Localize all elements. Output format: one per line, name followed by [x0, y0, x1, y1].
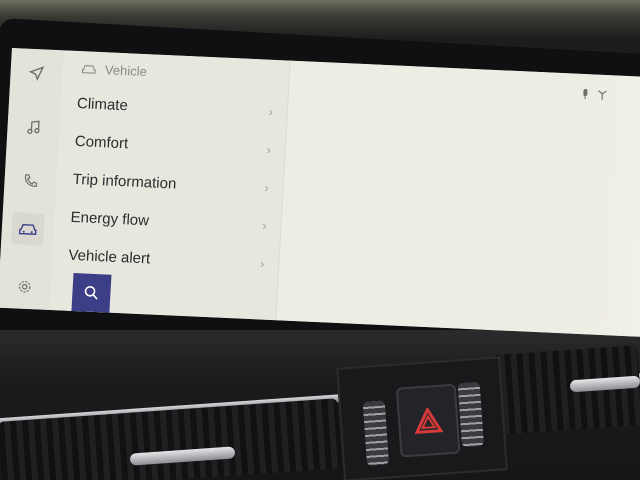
status-icons — [580, 88, 609, 101]
menu-item-label: Energy flow — [70, 208, 150, 229]
menu-item-energy-flow[interactable]: Energy flow › — [70, 201, 268, 242]
menu-header: Vehicle — [81, 61, 148, 80]
center-control-panel — [336, 356, 508, 480]
rail-settings[interactable] — [8, 270, 42, 303]
temperature-wheel-left[interactable] — [362, 400, 390, 466]
detail-panel — [275, 60, 640, 338]
rail-phone[interactable] — [14, 164, 48, 197]
music-icon — [27, 120, 40, 135]
menu-item-label: Trip information — [72, 170, 177, 193]
search-icon — [84, 285, 98, 300]
rail-music[interactable] — [17, 110, 51, 143]
car-icon — [81, 65, 96, 74]
page-title: Vehicle — [104, 62, 148, 80]
infotainment-screen: Vehicle Climate › Comfort › Trip informa… — [0, 48, 640, 338]
menu-item-comfort[interactable]: Comfort › — [74, 125, 272, 166]
chevron-right-icon: › — [268, 104, 274, 119]
temperature-wheel-right[interactable] — [457, 381, 485, 448]
hazard-triangle-icon — [414, 406, 443, 435]
search-button[interactable] — [71, 273, 112, 313]
chevron-right-icon: › — [266, 142, 272, 157]
gear-icon — [18, 281, 31, 293]
menu-item-trip-information[interactable]: Trip information › — [72, 163, 270, 204]
vehicle-menu-panel: Vehicle Climate › Comfort › Trip informa… — [49, 50, 290, 321]
chevron-right-icon: › — [262, 218, 267, 233]
phone-icon — [24, 174, 38, 187]
air-vent-right — [492, 345, 640, 435]
hazard-button[interactable] — [395, 383, 461, 458]
signal-icon — [598, 90, 607, 100]
menu-item-climate[interactable]: Climate › — [76, 87, 274, 128]
chevron-right-icon: › — [264, 180, 269, 195]
microphone-off-icon — [583, 89, 588, 100]
rail-vehicle[interactable] — [11, 212, 45, 246]
menu-item-label: Vehicle alert — [68, 246, 151, 267]
screen-glare — [575, 74, 640, 338]
navigation-icon — [28, 66, 45, 82]
rail-navigation[interactable] — [20, 56, 54, 89]
car-dashboard: Vehicle Climate › Comfort › Trip informa… — [0, 0, 640, 480]
chevron-right-icon: › — [259, 256, 265, 271]
menu-item-label: Climate — [76, 94, 129, 114]
car-icon — [18, 223, 37, 235]
menu-item-label: Comfort — [74, 132, 129, 152]
